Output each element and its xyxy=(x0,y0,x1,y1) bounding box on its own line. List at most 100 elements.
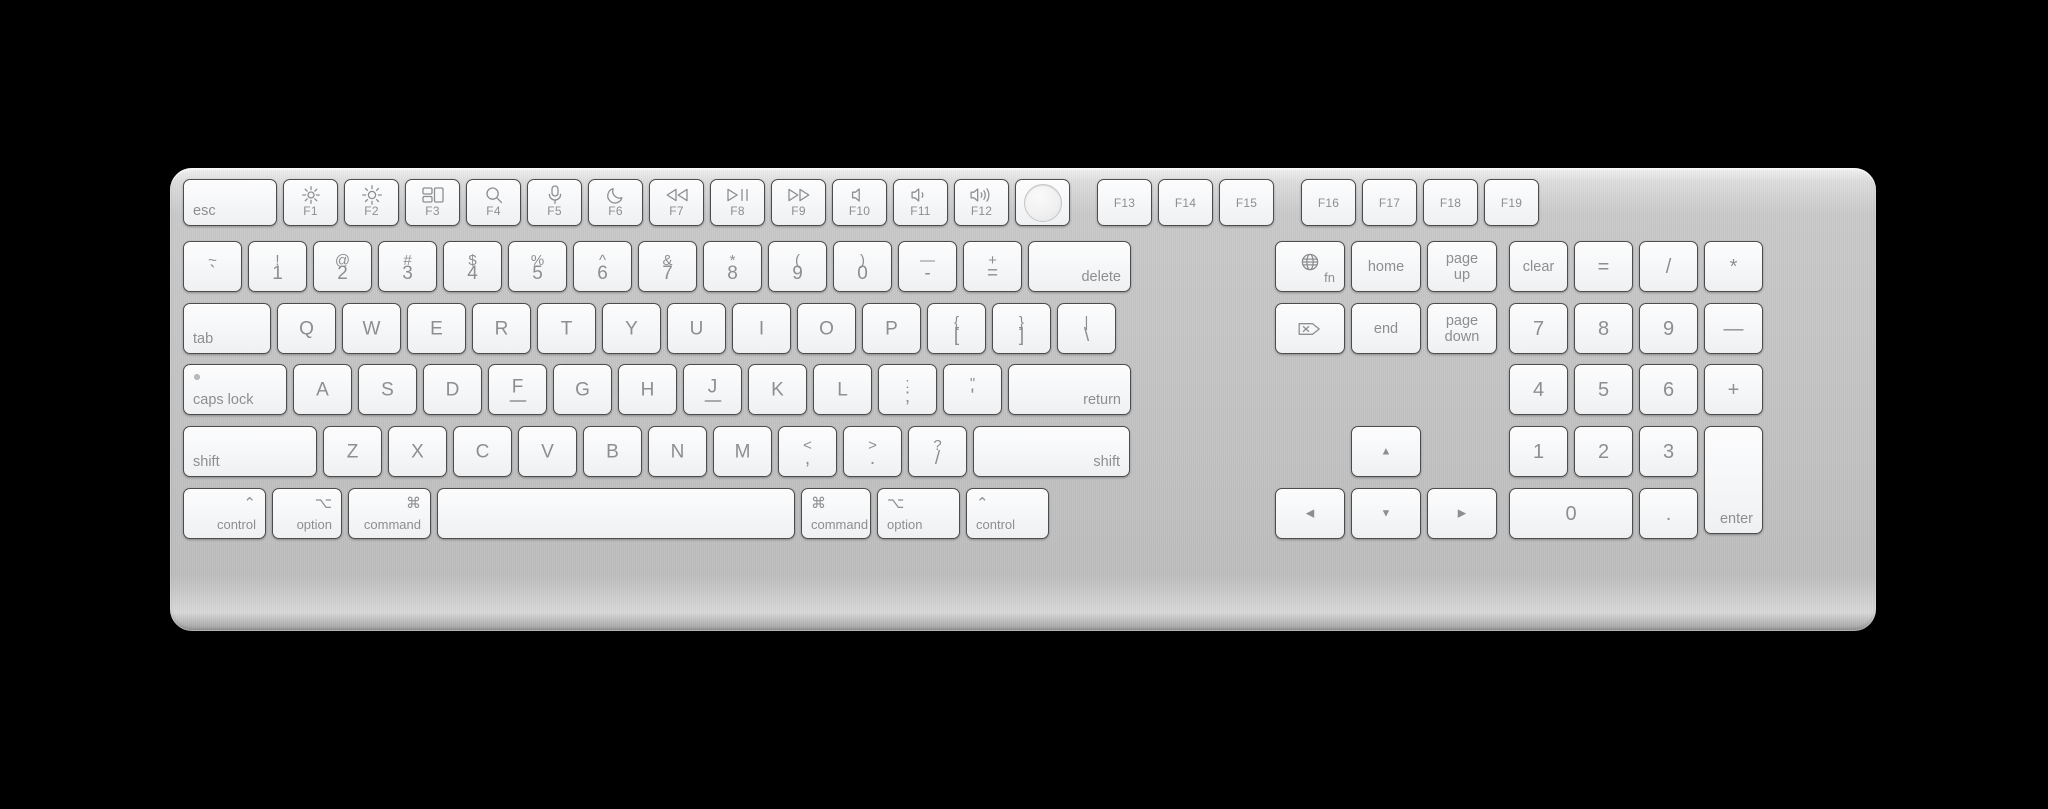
key-nummultiply[interactable]: * xyxy=(1704,241,1763,292)
key-f6[interactable]: F6 xyxy=(588,179,643,226)
key-arrowright[interactable]: ▶ xyxy=(1427,488,1497,539)
key-numclear[interactable]: clear xyxy=(1509,241,1568,292)
key-shift-left[interactable]: shift xyxy=(183,426,317,477)
key-backslash[interactable]: | \ xyxy=(1057,303,1116,354)
key-f17[interactable]: F17 xyxy=(1362,179,1417,226)
key-y[interactable]: Y xyxy=(602,303,661,354)
key-arrow-up[interactable]: ▲ xyxy=(1351,426,1421,477)
key-n[interactable]: N xyxy=(648,426,707,477)
key-f8[interactable]: F8 xyxy=(710,179,765,226)
key-i[interactable]: I xyxy=(732,303,791,354)
key-f9[interactable]: F9 xyxy=(771,179,826,226)
key-p[interactable]: P xyxy=(862,303,921,354)
key-semicolon[interactable]: :; xyxy=(878,364,937,415)
key-home[interactable]: home xyxy=(1351,241,1421,292)
key-c[interactable]: C xyxy=(453,426,512,477)
key-d[interactable]: D xyxy=(423,364,482,415)
key-numdivide[interactable]: / xyxy=(1639,241,1698,292)
key-page-down[interactable]: page down xyxy=(1427,303,1497,354)
key-f1[interactable]: F1 xyxy=(283,179,338,226)
key-numequal[interactable]: = xyxy=(1574,241,1633,292)
key-page-up[interactable]: page up xyxy=(1427,241,1497,292)
key-f2[interactable]: F2 xyxy=(344,179,399,226)
key-a[interactable]: A xyxy=(293,364,352,415)
key-6[interactable]: ^ 6 xyxy=(573,241,632,292)
key-shift-right[interactable]: shift xyxy=(973,426,1130,477)
key-1[interactable]: ! 1 xyxy=(248,241,307,292)
key-commandleft[interactable]: ⌘ command xyxy=(348,488,431,539)
key-8[interactable]: * 8 xyxy=(703,241,762,292)
key-num2[interactable]: 2 xyxy=(1574,426,1633,477)
key-space[interactable] xyxy=(437,488,795,539)
key-0[interactable]: ) 0 xyxy=(833,241,892,292)
key-f12[interactable]: F12 xyxy=(954,179,1009,226)
key-f7[interactable]: F7 xyxy=(649,179,704,226)
key-u[interactable]: U xyxy=(667,303,726,354)
key-7[interactable]: & 7 xyxy=(638,241,697,292)
key-z[interactable]: Z xyxy=(323,426,382,477)
key-num8[interactable]: 8 xyxy=(1574,303,1633,354)
key-s[interactable]: S xyxy=(358,364,417,415)
key-num4[interactable]: 4 xyxy=(1509,364,1568,415)
key-f5[interactable]: F5 xyxy=(527,179,582,226)
key-f15[interactable]: F15 xyxy=(1219,179,1274,226)
key-b[interactable]: B xyxy=(583,426,642,477)
key-comma[interactable]: <, xyxy=(778,426,837,477)
key-f16[interactable]: F16 xyxy=(1301,179,1356,226)
key-f13[interactable]: F13 xyxy=(1097,179,1152,226)
key-commandright[interactable]: ⌘ command xyxy=(801,488,871,539)
key-x[interactable]: X xyxy=(388,426,447,477)
key-end[interactable]: end xyxy=(1351,303,1421,354)
key-minus[interactable]: — - xyxy=(898,241,957,292)
key-e[interactable]: E xyxy=(407,303,466,354)
key-numplus[interactable]: + xyxy=(1704,364,1763,415)
key-f11[interactable]: F11 xyxy=(893,179,948,226)
key-t[interactable]: T xyxy=(537,303,596,354)
key-optionright[interactable]: ⌥ option xyxy=(877,488,960,539)
key-f3[interactable]: F3 xyxy=(405,179,460,226)
key-bracketleft[interactable]: {[ xyxy=(927,303,986,354)
key-quote[interactable]: " ' xyxy=(943,364,1002,415)
key-touch-id[interactable] xyxy=(1015,179,1070,226)
key-tab[interactable]: tab xyxy=(183,303,271,354)
key-numminus[interactable]: — xyxy=(1704,303,1763,354)
key-l[interactable]: L xyxy=(813,364,872,415)
key-v[interactable]: V xyxy=(518,426,577,477)
key-o[interactable]: O xyxy=(797,303,856,354)
key-esc[interactable]: esc xyxy=(183,179,277,226)
key-f14[interactable]: F14 xyxy=(1158,179,1213,226)
key-f10[interactable]: F10 xyxy=(832,179,887,226)
key-backtick[interactable]: ~ ` xyxy=(183,241,242,292)
key-return[interactable]: return xyxy=(1008,364,1131,415)
key-caps-lock[interactable]: caps lock xyxy=(183,364,287,415)
key-2[interactable]: @2 xyxy=(313,241,372,292)
key-num-0[interactable]: 0 xyxy=(1509,488,1633,539)
key-f4[interactable]: F4 xyxy=(466,179,521,226)
key-num5[interactable]: 5 xyxy=(1574,364,1633,415)
key-j[interactable]: J xyxy=(683,364,742,415)
key-g[interactable]: G xyxy=(553,364,612,415)
key-4[interactable]: $4 xyxy=(443,241,502,292)
key-3[interactable]: #3 xyxy=(378,241,437,292)
key-num9[interactable]: 9 xyxy=(1639,303,1698,354)
key-m[interactable]: M xyxy=(713,426,772,477)
key-equal[interactable]: + = xyxy=(963,241,1022,292)
key-num3[interactable]: 3 xyxy=(1639,426,1698,477)
key-period[interactable]: >. xyxy=(843,426,902,477)
key-delete[interactable]: delete xyxy=(1028,241,1131,292)
key-bracketright[interactable]: }] xyxy=(992,303,1051,354)
key-q[interactable]: Q xyxy=(277,303,336,354)
key-k[interactable]: K xyxy=(748,364,807,415)
key-w[interactable]: W xyxy=(342,303,401,354)
key-num-enter[interactable]: enter xyxy=(1704,426,1763,534)
key-controlleft[interactable]: ⌃ control xyxy=(183,488,266,539)
key-num7[interactable]: 7 xyxy=(1509,303,1568,354)
key-slash[interactable]: ? / xyxy=(908,426,967,477)
key-num-decimal[interactable]: . xyxy=(1639,488,1698,539)
key-f18[interactable]: F18 xyxy=(1423,179,1478,226)
key-5[interactable]: % 5 xyxy=(508,241,567,292)
key-f19[interactable]: F19 xyxy=(1484,179,1539,226)
key-forward-delete[interactable] xyxy=(1275,303,1345,354)
key-num1[interactable]: 1 xyxy=(1509,426,1568,477)
key-fn[interactable]: fn xyxy=(1275,241,1345,292)
